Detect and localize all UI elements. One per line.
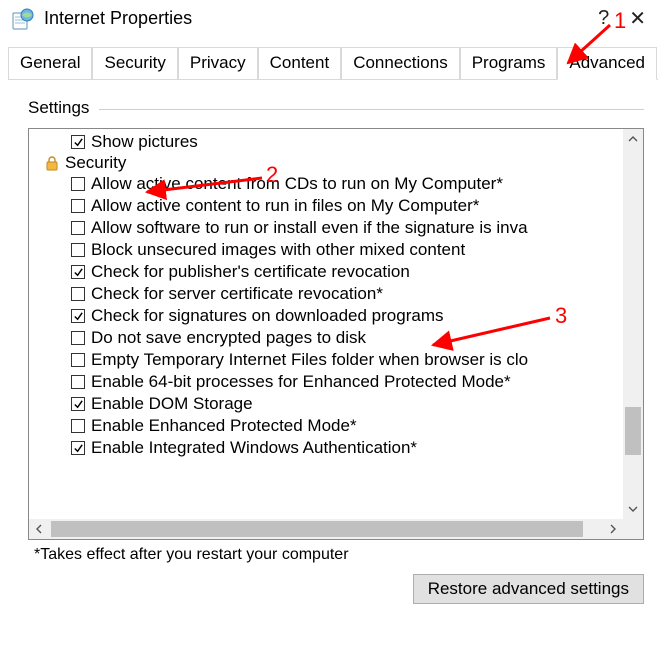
setting-label: Show pictures xyxy=(91,132,198,152)
setting-label: Check for signatures on downloaded progr… xyxy=(91,306,443,326)
setting-label: Check for publisher's certificate revoca… xyxy=(91,262,410,282)
scrollbar-corner xyxy=(623,519,643,539)
lock-icon xyxy=(45,155,59,171)
checkbox-icon[interactable] xyxy=(71,353,85,367)
checkbox-icon[interactable] xyxy=(71,331,85,345)
settings-header: Settings xyxy=(28,98,644,118)
scrollbar-thumb[interactable] xyxy=(625,407,641,455)
setting-check-server-cert-revocation[interactable]: Check for server certificate revocation* xyxy=(29,283,623,305)
setting-label: Allow active content from CDs to run on … xyxy=(91,174,503,194)
setting-show-pictures[interactable]: Show pictures xyxy=(29,131,623,153)
setting-enable-dom-storage[interactable]: Enable DOM Storage xyxy=(29,393,623,415)
checkbox-icon[interactable] xyxy=(71,177,85,191)
scrollbar-thumb[interactable] xyxy=(51,521,583,537)
tab-connections[interactable]: Connections xyxy=(341,47,460,79)
vertical-scrollbar[interactable] xyxy=(623,129,643,519)
internet-options-icon xyxy=(12,8,34,30)
setting-label: Enable Enhanced Protected Mode* xyxy=(91,416,357,436)
setting-label: Empty Temporary Internet Files folder wh… xyxy=(91,350,528,370)
checkbox-icon[interactable] xyxy=(71,243,85,257)
separator xyxy=(99,109,644,110)
settings-panel: Settings Show pictures Security Allow ac… xyxy=(28,98,644,564)
checkbox-icon[interactable] xyxy=(71,375,85,389)
settings-listbox: Show pictures Security Allow active cont… xyxy=(28,128,644,540)
annotation-1: 1 xyxy=(614,8,626,34)
scroll-up-icon[interactable] xyxy=(623,129,643,149)
setting-allow-cd-active-content[interactable]: Allow active content from CDs to run on … xyxy=(29,173,623,195)
tab-content[interactable]: Content xyxy=(258,47,342,79)
titlebar: Internet Properties ? ✕ xyxy=(0,0,666,41)
restart-footnote: *Takes effect after you restart your com… xyxy=(34,546,644,564)
scroll-left-icon[interactable] xyxy=(29,519,49,539)
setting-block-unsecured-images[interactable]: Block unsecured images with other mixed … xyxy=(29,239,623,261)
setting-enable-windows-auth[interactable]: Enable Integrated Windows Authentication… xyxy=(29,437,623,459)
annotation-2: 2 xyxy=(266,162,278,188)
setting-enable-64bit-epm[interactable]: Enable 64-bit processes for Enhanced Pro… xyxy=(29,371,623,393)
setting-label: Do not save encrypted pages to disk xyxy=(91,328,366,348)
checkbox-icon[interactable] xyxy=(71,397,85,411)
window-title: Internet Properties xyxy=(44,8,192,29)
setting-check-publisher-cert-revocation[interactable]: Check for publisher's certificate revoca… xyxy=(29,261,623,283)
setting-label: Enable Integrated Windows Authentication… xyxy=(91,438,417,458)
setting-check-download-signatures[interactable]: Check for signatures on downloaded progr… xyxy=(29,305,623,327)
tab-security[interactable]: Security xyxy=(92,47,177,79)
checkbox-icon[interactable] xyxy=(71,309,85,323)
setting-allow-file-active-content[interactable]: Allow active content to run in files on … xyxy=(29,195,623,217)
checkbox-icon[interactable] xyxy=(71,419,85,433)
tab-programs[interactable]: Programs xyxy=(460,47,558,79)
setting-label: Enable DOM Storage xyxy=(91,394,253,414)
tab-advanced[interactable]: Advanced xyxy=(557,47,657,80)
tab-bar: General Security Privacy Content Connect… xyxy=(8,47,658,80)
setting-empty-temp-on-close[interactable]: Empty Temporary Internet Files folder wh… xyxy=(29,349,623,371)
annotation-3: 3 xyxy=(555,303,567,329)
settings-header-label: Settings xyxy=(28,98,89,118)
setting-allow-software-invalid-sig[interactable]: Allow software to run or install even if… xyxy=(29,217,623,239)
checkbox-icon[interactable] xyxy=(71,287,85,301)
setting-label: Allow software to run or install even if… xyxy=(91,218,528,238)
checkbox-icon[interactable] xyxy=(71,199,85,213)
scroll-right-icon[interactable] xyxy=(603,519,623,539)
tab-general[interactable]: General xyxy=(8,47,92,79)
group-label: Security xyxy=(65,153,126,173)
security-group[interactable]: Security xyxy=(29,153,623,173)
setting-label: Enable 64-bit processes for Enhanced Pro… xyxy=(91,372,511,392)
setting-label: Block unsecured images with other mixed … xyxy=(91,240,465,260)
checkbox-icon[interactable] xyxy=(71,265,85,279)
checkbox-icon[interactable] xyxy=(71,441,85,455)
setting-do-not-save-encrypted[interactable]: Do not save encrypted pages to disk xyxy=(29,327,623,349)
restore-advanced-button[interactable]: Restore advanced settings xyxy=(413,574,644,604)
checkbox-icon[interactable] xyxy=(71,135,85,149)
tab-privacy[interactable]: Privacy xyxy=(178,47,258,79)
setting-label: Allow active content to run in files on … xyxy=(91,196,479,216)
setting-enable-epm[interactable]: Enable Enhanced Protected Mode* xyxy=(29,415,623,437)
setting-label: Check for server certificate revocation* xyxy=(91,284,383,304)
checkbox-icon[interactable] xyxy=(71,221,85,235)
settings-list-content: Show pictures Security Allow active cont… xyxy=(29,129,623,519)
horizontal-scrollbar[interactable] xyxy=(29,519,623,539)
scroll-down-icon[interactable] xyxy=(623,499,643,519)
